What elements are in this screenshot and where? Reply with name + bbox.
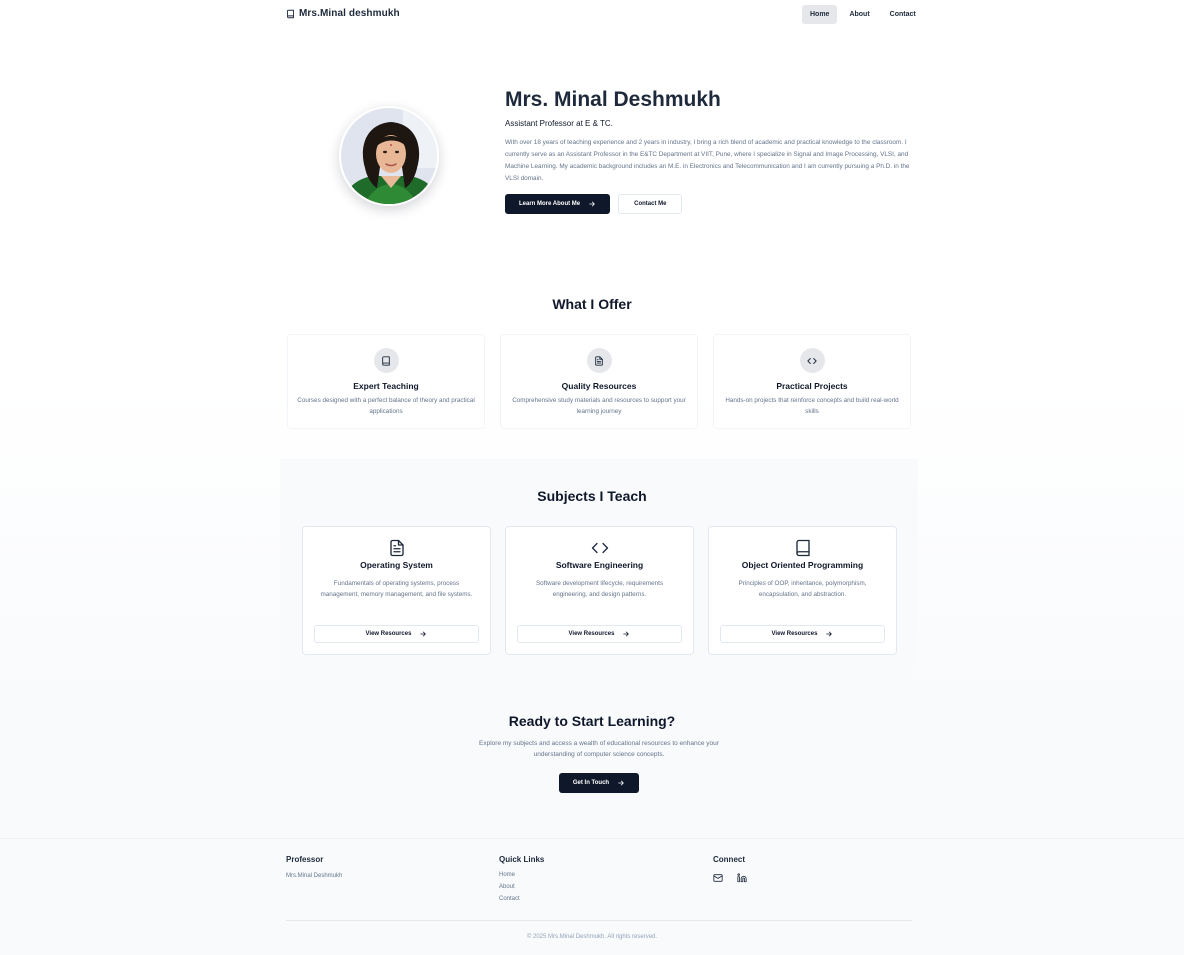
offer-description: Comprehensive study materials and resour… — [512, 397, 686, 415]
offer-card-quality-resources: Quality Resources Comprehensive study ma… — [500, 334, 698, 429]
hero-bio: With over 18 years of teaching experienc… — [505, 139, 910, 182]
view-resources-label: View Resources — [568, 631, 615, 637]
footer-link-contact[interactable]: Contact — [499, 896, 544, 902]
book-icon — [373, 348, 399, 373]
footer-professor-column: Professor Mrs.Minal Deshmukh — [286, 855, 342, 879]
hero-section: Mrs. Minal Deshmukh Assistant Professor … — [505, 87, 915, 214]
file-text-icon — [586, 348, 612, 373]
offer-card-expert-teaching: Expert Teaching Courses designed with a … — [287, 334, 485, 429]
footer-links-list: Home About Contact — [499, 872, 544, 902]
book-icon — [794, 539, 812, 557]
book-icon — [286, 9, 295, 19]
offer-section-title: What I Offer — [552, 296, 632, 312]
file-text-icon — [388, 539, 406, 557]
view-resources-label: View Resources — [365, 631, 412, 637]
nav-home-link[interactable]: Home — [802, 5, 838, 24]
contact-me-label: Contact Me — [634, 201, 667, 207]
footer-link-about[interactable]: About — [499, 884, 544, 890]
footer-quick-links-column: Quick Links Home About Contact — [499, 855, 544, 902]
offer-title: Quality Resources — [561, 381, 637, 391]
cta-description: Explore my subjects and access a wealth … — [479, 740, 719, 758]
offer-description: Hands-on projects that reinforce concept… — [725, 397, 899, 415]
footer-professor-name: Mrs.Minal Deshmukh — [286, 873, 343, 879]
social-links — [713, 873, 747, 883]
copyright-text: © 2025 Mrs.Minal Deshmukh. All rights re… — [526, 934, 658, 940]
arrow-right-icon — [825, 630, 833, 638]
footer-connect-column: Connect — [713, 855, 747, 883]
top-navigation: Mrs.Minal deshmukh Home About Contact — [0, 0, 1184, 30]
arrow-right-icon — [588, 200, 596, 208]
nav-links: Home About Contact — [802, 5, 924, 24]
hero-role: Assistant Professor at E & TC. — [505, 119, 613, 128]
get-in-touch-label: Get In Touch — [572, 780, 610, 786]
subject-card-software-engineering: Software Engineering Software developmen… — [505, 526, 694, 655]
footer-professor-heading: Professor — [286, 855, 324, 864]
footer-divider — [286, 920, 912, 921]
brand-logo[interactable]: Mrs.Minal deshmukh — [286, 8, 400, 19]
offer-title: Practical Projects — [776, 381, 848, 391]
subject-card-operating-system: Operating System Fundamentals of operati… — [302, 526, 491, 655]
mail-icon[interactable] — [713, 873, 723, 883]
arrow-right-icon — [419, 630, 427, 638]
subject-card-object-oriented-programming: Object Oriented Programming Principles o… — [708, 526, 897, 655]
subject-description: Principles of OOP, inheritance, polymorp… — [738, 580, 867, 598]
footer-link-home[interactable]: Home — [499, 872, 544, 878]
learn-more-button[interactable]: Learn More About Me — [505, 194, 611, 214]
contact-me-button[interactable]: Contact Me — [618, 194, 683, 214]
subject-title: Software Engineering — [555, 560, 644, 570]
get-in-touch-button[interactable]: Get In Touch — [559, 773, 639, 793]
subjects-section-title: Subjects I Teach — [537, 488, 647, 504]
subject-title: Object Oriented Programming — [741, 560, 864, 570]
learn-more-label: Learn More About Me — [519, 201, 581, 207]
code-icon — [799, 348, 825, 373]
offer-title: Expert Teaching — [353, 381, 419, 391]
subject-description: Software development lifecycle, requirem… — [535, 580, 664, 598]
hero-name: Mrs. Minal Deshmukh — [505, 88, 721, 111]
footer-top-border — [0, 838, 1184, 839]
cta-title: Ready to Start Learning? — [508, 713, 676, 729]
brand-name: Mrs.Minal deshmukh — [299, 8, 400, 19]
footer-quick-links-heading: Quick Links — [499, 855, 545, 864]
offer-card-practical-projects: Practical Projects Hands-on projects tha… — [713, 334, 911, 429]
arrow-right-icon — [622, 630, 630, 638]
nav-contact-link[interactable]: Contact — [882, 5, 924, 24]
code-icon — [591, 539, 609, 557]
nav-about-link[interactable]: About — [841, 5, 877, 24]
linkedin-icon[interactable] — [737, 873, 747, 883]
subject-description: Fundamentals of operating systems, proce… — [320, 580, 473, 598]
view-resources-button[interactable]: View Resources — [517, 625, 682, 643]
profile-photo — [339, 106, 439, 206]
arrow-right-icon — [617, 779, 625, 787]
view-resources-button[interactable]: View Resources — [720, 625, 885, 643]
view-resources-button[interactable]: View Resources — [314, 625, 479, 643]
offer-description: Courses designed with a perfect balance … — [297, 397, 475, 415]
subject-title: Operating System — [360, 560, 433, 570]
hero-buttons: Learn More About Me Contact Me — [505, 194, 915, 214]
view-resources-label: View Resources — [771, 631, 818, 637]
footer-connect-heading: Connect — [713, 855, 745, 864]
